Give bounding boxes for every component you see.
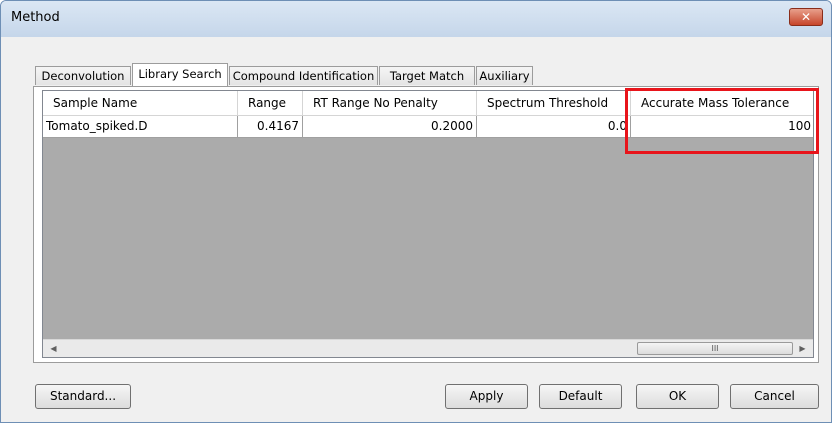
method-dialog: Method ✕ Deconvolution Library Search Co… (0, 0, 832, 423)
scroll-thumb[interactable]: III (637, 342, 793, 355)
cell-range[interactable]: 0.4167 (238, 116, 303, 138)
tab-target-match[interactable]: Target Match (379, 66, 475, 85)
ok-button[interactable]: OK (636, 384, 719, 409)
button-label: OK (668, 389, 687, 403)
grip-icon: III (711, 344, 719, 353)
tab-label: Auxiliary (479, 69, 530, 83)
close-icon: ✕ (800, 10, 812, 24)
button-label: Standard... (49, 389, 117, 403)
dialog-title: Method (11, 10, 60, 25)
cancel-button[interactable]: Cancel (730, 384, 819, 409)
tab-deconvolution[interactable]: Deconvolution (35, 66, 131, 85)
grid-header: Sample Name Range RT Range No Penalty Sp… (43, 91, 813, 116)
title-bar[interactable]: Method ✕ (1, 1, 831, 37)
cell-rt-range-no-penalty[interactable]: 0.2000 (303, 116, 477, 138)
scroll-left-icon[interactable]: ◀ (45, 340, 62, 357)
tab-library-search[interactable]: Library Search (132, 63, 228, 86)
tab-auxiliary[interactable]: Auxiliary (476, 66, 533, 85)
cell-sample-name[interactable]: Tomato_spiked.D (43, 116, 238, 138)
column-header-range[interactable]: Range (238, 91, 303, 116)
tab-label: Target Match (389, 69, 465, 83)
library-search-panel: Sample Name Range RT Range No Penalty Sp… (33, 86, 819, 363)
tab-compound-identification[interactable]: Compound Identification (229, 66, 378, 85)
column-header-rt-range-no-penalty[interactable]: RT Range No Penalty (303, 91, 477, 116)
horizontal-scrollbar[interactable]: ◀ III ▶ (43, 339, 813, 357)
default-button[interactable]: Default (539, 384, 622, 409)
column-header-sample-name[interactable]: Sample Name (43, 91, 238, 116)
button-label: Cancel (754, 389, 795, 403)
scroll-right-icon[interactable]: ▶ (794, 340, 811, 357)
tab-label: Library Search (138, 67, 222, 81)
cell-accurate-mass-tolerance[interactable]: 100 (631, 116, 813, 138)
button-label: Default (558, 389, 603, 403)
close-button[interactable]: ✕ (789, 8, 823, 26)
tab-label: Compound Identification (232, 69, 375, 83)
cell-spectrum-threshold[interactable]: 0.0 (477, 116, 631, 138)
sample-grid: Sample Name Range RT Range No Penalty Sp… (42, 90, 814, 358)
standard-button[interactable]: Standard... (35, 384, 131, 409)
column-header-accurate-mass-tolerance[interactable]: Accurate Mass Tolerance (631, 91, 813, 116)
apply-button[interactable]: Apply (445, 384, 528, 409)
tab-label: Deconvolution (41, 69, 125, 83)
table-row[interactable]: Tomato_spiked.D 0.4167 0.2000 0.0 100 (43, 116, 813, 138)
button-label: Apply (469, 389, 504, 403)
column-header-spectrum-threshold[interactable]: Spectrum Threshold (477, 91, 631, 116)
